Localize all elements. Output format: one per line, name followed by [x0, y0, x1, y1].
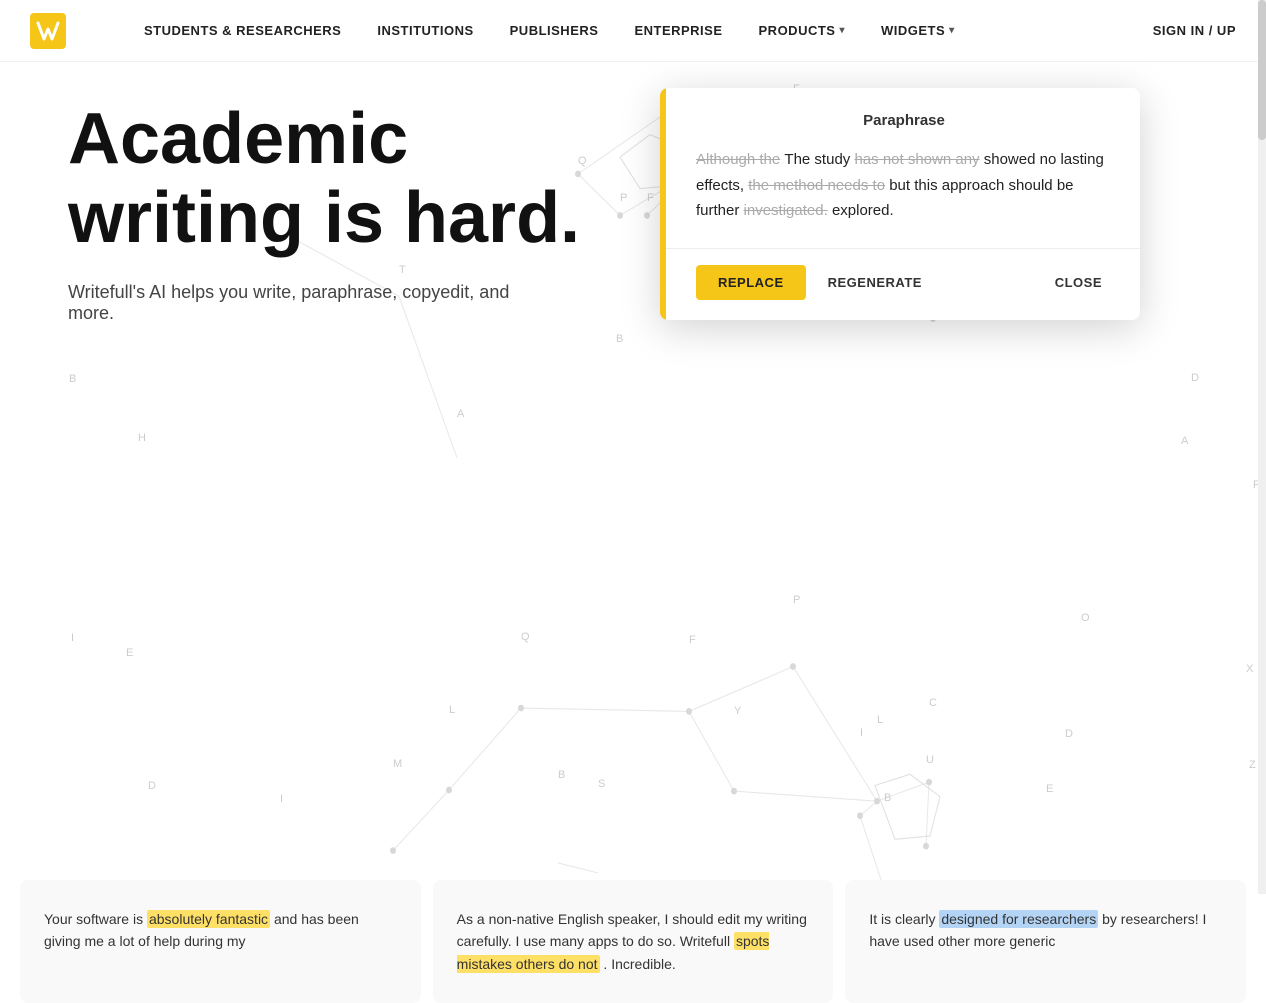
testimonial-3-before: It is clearly: [869, 911, 939, 927]
nav-enterprise[interactable]: ENTERPRISE: [616, 23, 740, 38]
sign-in-up-link[interactable]: SIGN IN / UP: [1153, 23, 1236, 38]
regenerate-button[interactable]: REGENERATE: [818, 265, 932, 300]
network-label: B: [884, 792, 891, 804]
network-label: I: [71, 632, 74, 644]
hero-title: Academic writing is hard.: [68, 100, 628, 258]
popup-title: Paraphrase: [696, 112, 1112, 129]
testimonial-2-after: . Incredible.: [600, 956, 676, 972]
products-chevron-icon: ▾: [839, 25, 845, 36]
network-label: I: [860, 727, 863, 739]
replacement-text-1: The study: [784, 151, 854, 168]
close-button[interactable]: CLOSE: [1045, 265, 1112, 300]
testimonial-1-highlight: absolutely fantastic: [147, 910, 270, 928]
network-label: L: [449, 704, 455, 716]
network-label: I: [280, 793, 283, 805]
nav-widgets[interactable]: WIDGETS ▾: [863, 23, 973, 38]
navigation: STUDENTS & RESEARCHERS INSTITUTIONS PUBL…: [0, 0, 1266, 62]
nav-students-researchers[interactable]: STUDENTS & RESEARCHERS: [126, 23, 359, 38]
testimonial-1-before: Your software is: [44, 911, 147, 927]
testimonial-card-2: As a non-native English speaker, I shoul…: [433, 880, 834, 1003]
testimonials-section: Your software is absolutely fantastic an…: [0, 880, 1266, 1003]
network-label: E: [126, 647, 133, 659]
network-label: S: [598, 778, 605, 790]
scrollbar[interactable]: [1258, 0, 1266, 894]
nav-institutions[interactable]: INSTITUTIONS: [359, 23, 491, 38]
network-label: C: [929, 697, 937, 709]
network-label: Y: [734, 705, 741, 717]
network-label: M: [393, 758, 402, 770]
testimonial-card-1: Your software is absolutely fantastic an…: [20, 880, 421, 1003]
replace-button[interactable]: REPLACE: [696, 265, 806, 300]
network-label: X: [1246, 663, 1253, 675]
nav-publishers[interactable]: PUBLISHERS: [492, 23, 617, 38]
nav-products[interactable]: PRODUCTS ▾: [741, 23, 863, 38]
popup-actions: REPLACE REGENERATE CLOSE: [696, 265, 1112, 300]
nav-links: STUDENTS & RESEARCHERS INSTITUTIONS PUBL…: [126, 23, 1153, 38]
network-label: B: [558, 769, 565, 781]
original-text-2: has not shown any: [854, 151, 979, 168]
original-text-1: Although the: [696, 151, 780, 168]
popup-accent-bar: [660, 88, 666, 320]
replacement-text-4: explored.: [832, 202, 894, 219]
popup-paraphrase-text: Although the The study has not shown any…: [696, 147, 1112, 224]
network-label: D: [1065, 728, 1073, 740]
network-label: Z: [1249, 759, 1256, 771]
network-label: Q: [521, 631, 530, 643]
widgets-chevron-icon: ▾: [949, 25, 955, 36]
network-label: U: [926, 754, 934, 766]
network-label: D: [148, 780, 156, 792]
testimonial-3-highlight: designed for researchers: [939, 910, 1098, 928]
hero-section: Academic writing is hard. Writefull's AI…: [0, 0, 1266, 600]
paraphrase-popup: Paraphrase Although the The study has no…: [660, 88, 1140, 320]
scrollbar-thumb[interactable]: [1258, 0, 1266, 140]
original-text-3: the method needs to: [748, 177, 885, 194]
network-label: F: [689, 634, 696, 646]
hero-subtitle: Writefull's AI helps you write, paraphra…: [68, 282, 528, 324]
popup-divider: [660, 248, 1140, 249]
network-label: E: [1046, 783, 1053, 795]
logo[interactable]: [30, 13, 66, 49]
network-label: O: [1081, 612, 1090, 624]
network-label: L: [877, 714, 883, 726]
testimonial-card-3: It is clearly designed for researchers b…: [845, 880, 1246, 1003]
original-text-4: investigated.: [744, 202, 828, 219]
